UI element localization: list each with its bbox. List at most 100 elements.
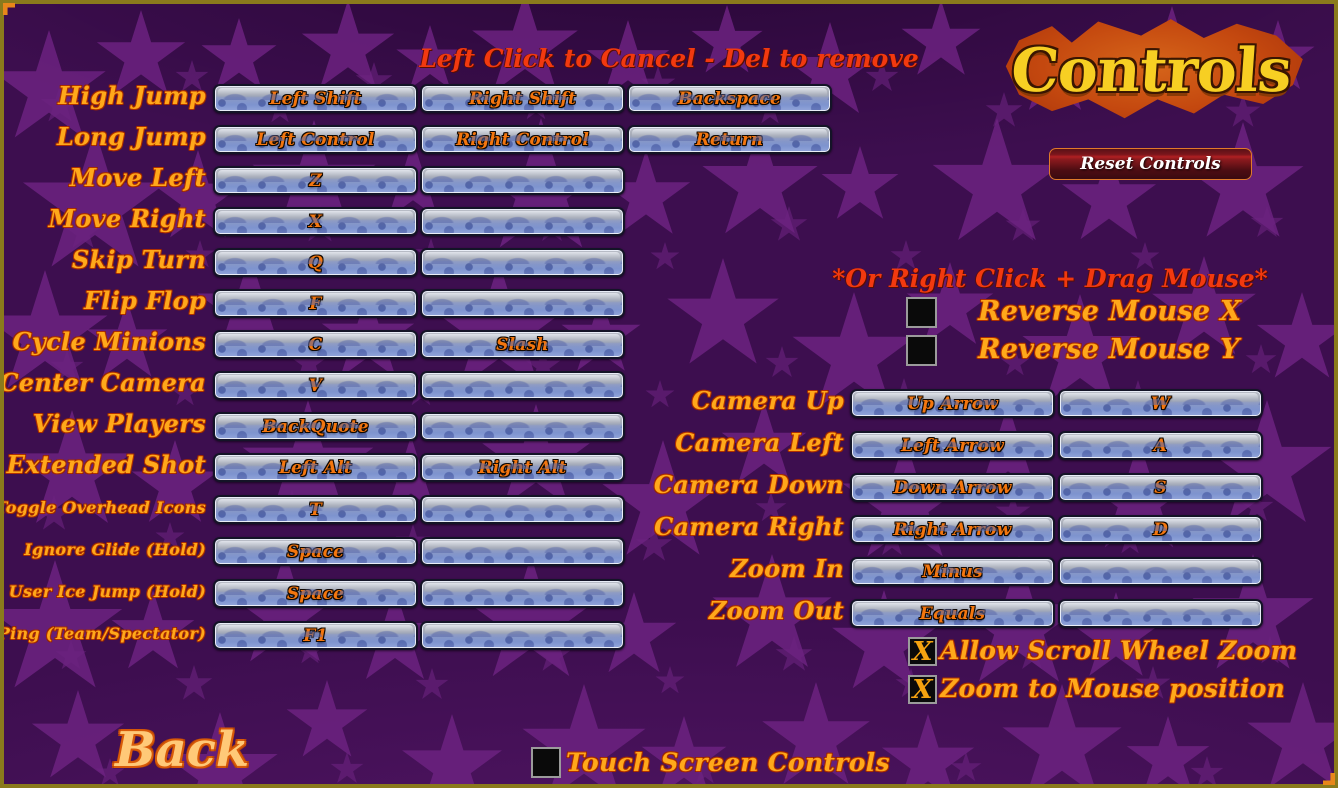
key-button-cycle-minions-1[interactable]: C [213,330,418,359]
key-button-label: C [308,334,323,355]
binding-label-ignore-glide-hold: Ignore Glide (Hold) [24,539,206,559]
controls-screen: Left Click to Cancel - Del to remove Con… [0,0,1338,788]
key-button-label [423,498,622,521]
key-button-label: Z [309,170,322,191]
key-button-gloss [425,541,620,550]
key-button-view-players-2[interactable] [420,412,625,441]
key-button-camera-down-2[interactable]: S [1058,473,1263,502]
binding-label-camera-up: Camera Up [691,385,844,415]
key-button-view-players-1[interactable]: BackQuote [213,412,418,441]
key-button-move-left-1[interactable]: Z [213,166,418,195]
key-button-ignore-glide-hold-1[interactable]: Space [213,537,418,566]
key-button-camera-right-2[interactable]: D [1058,515,1263,544]
key-button-high-jump-2[interactable]: Right Shift [420,84,625,113]
key-button-gloss [425,334,620,343]
key-button-camera-left-2[interactable]: A [1058,431,1263,460]
key-button-long-jump-1[interactable]: Left Control [213,125,418,154]
key-button-gloss [855,435,1050,444]
key-button-face: Q [215,250,416,275]
key-button-long-jump-3[interactable]: Return [627,125,832,154]
background-star [1202,400,1332,522]
checkbox-allow-scroll-wheel-zoom[interactable]: X [908,637,937,666]
background-star [330,752,364,783]
key-button-skip-turn-1[interactable]: Q [213,248,418,277]
key-button-user-ice-jump-hold-1[interactable]: Space [213,579,418,608]
key-button-label: Right Arrow [893,519,1012,540]
key-button-face [422,414,623,439]
binding-label-camera-right: Camera Right [654,511,844,541]
key-button-gloss [218,625,413,634]
key-button-move-right-2[interactable] [420,207,625,236]
key-button-ping-team-spectator-2[interactable] [420,621,625,650]
key-button-extended-shot-1[interactable]: Left Alt [213,453,418,482]
key-button-zoom-out-1[interactable]: Equals [850,599,1055,628]
touch-screen-controls-label: Touch Screen Controls [566,748,890,777]
key-button-gloss [425,252,620,261]
key-button-label [1061,560,1260,583]
key-button-gloss [218,170,413,179]
key-button-label: Slash [496,334,549,355]
key-button-ignore-glide-hold-2[interactable] [420,537,625,566]
key-button-cycle-minions-2[interactable]: Slash [420,330,625,359]
key-button-toggle-overhead-icons-1[interactable]: T [213,495,418,524]
key-button-high-jump-3[interactable]: Backspace [627,84,832,113]
key-button-camera-up-2[interactable]: W [1058,389,1263,418]
key-button-move-left-2[interactable] [420,166,625,195]
key-button-toggle-overhead-icons-2[interactable] [420,495,625,524]
key-button-extended-shot-2[interactable]: Right Alt [420,453,625,482]
key-button-label: Equals [919,603,986,624]
key-button-label: Space [286,541,345,562]
key-button-gloss [218,541,413,550]
key-button-face: Right Arrow [852,517,1053,542]
key-button-zoom-in-1[interactable]: Minus [850,557,1055,586]
key-button-face: Space [215,581,416,606]
key-button-label: Return [695,129,764,150]
key-button-label: Left Control [256,129,375,150]
key-button-gloss [425,293,620,302]
key-button-zoom-out-2[interactable] [1058,599,1263,628]
checkbox-zoom-to-mouse-position[interactable]: X [908,675,937,704]
binding-label-toggle-overhead-icons: Toggle Overhead Icons [0,497,206,517]
checkbox-label-zoom-to-mouse-position: Zoom to Mouse position [940,674,1286,703]
key-button-face: Z [215,168,416,193]
key-button-user-ice-jump-hold-2[interactable] [420,579,625,608]
key-button-face: Right Alt [422,455,623,480]
key-button-flip-flop-1[interactable]: F [213,289,418,318]
checkbox-reverse-mouse-x[interactable]: X [906,297,937,328]
key-button-label [423,169,622,192]
background-star [286,680,368,757]
key-button-move-right-1[interactable]: X [213,207,418,236]
key-button-camera-right-1[interactable]: Right Arrow [850,515,1055,544]
key-button-skip-turn-2[interactable] [420,248,625,277]
key-button-label: Left Arrow [901,435,1004,456]
key-button-camera-up-1[interactable]: Up Arrow [850,389,1055,418]
background-star [645,380,675,408]
key-button-camera-down-1[interactable]: Down Arrow [850,473,1055,502]
checkbox-reverse-mouse-y[interactable]: X [906,335,937,366]
key-button-flip-flop-2[interactable] [420,289,625,318]
key-button-label: Right Control [455,129,590,150]
key-button-label: W [1150,393,1171,414]
key-button-gloss [1063,603,1258,612]
key-button-face [422,581,623,606]
key-button-center-camera-2[interactable] [420,371,625,400]
key-button-label [423,374,622,397]
key-button-gloss [1063,519,1258,528]
key-button-zoom-in-2[interactable] [1058,557,1263,586]
key-button-label [423,582,622,605]
key-button-camera-left-1[interactable]: Left Arrow [850,431,1055,460]
key-button-face [1060,601,1261,626]
binding-label-view-players: View Players [32,408,206,438]
key-button-center-camera-1[interactable]: V [213,371,418,400]
touch-screen-controls-checkbox[interactable]: X [531,747,561,778]
key-button-face: F [215,291,416,316]
key-button-label: Q [307,252,323,273]
back-button[interactable]: Back [115,722,249,778]
key-button-ping-team-spectator-1[interactable]: F1 [213,621,418,650]
key-button-high-jump-1[interactable]: Left Shift [213,84,418,113]
reset-controls-button[interactable]: Reset Controls [1049,148,1252,180]
background-star [1245,344,1277,374]
key-button-gloss [425,211,620,220]
key-button-long-jump-2[interactable]: Right Control [420,125,625,154]
key-button-gloss [218,583,413,592]
